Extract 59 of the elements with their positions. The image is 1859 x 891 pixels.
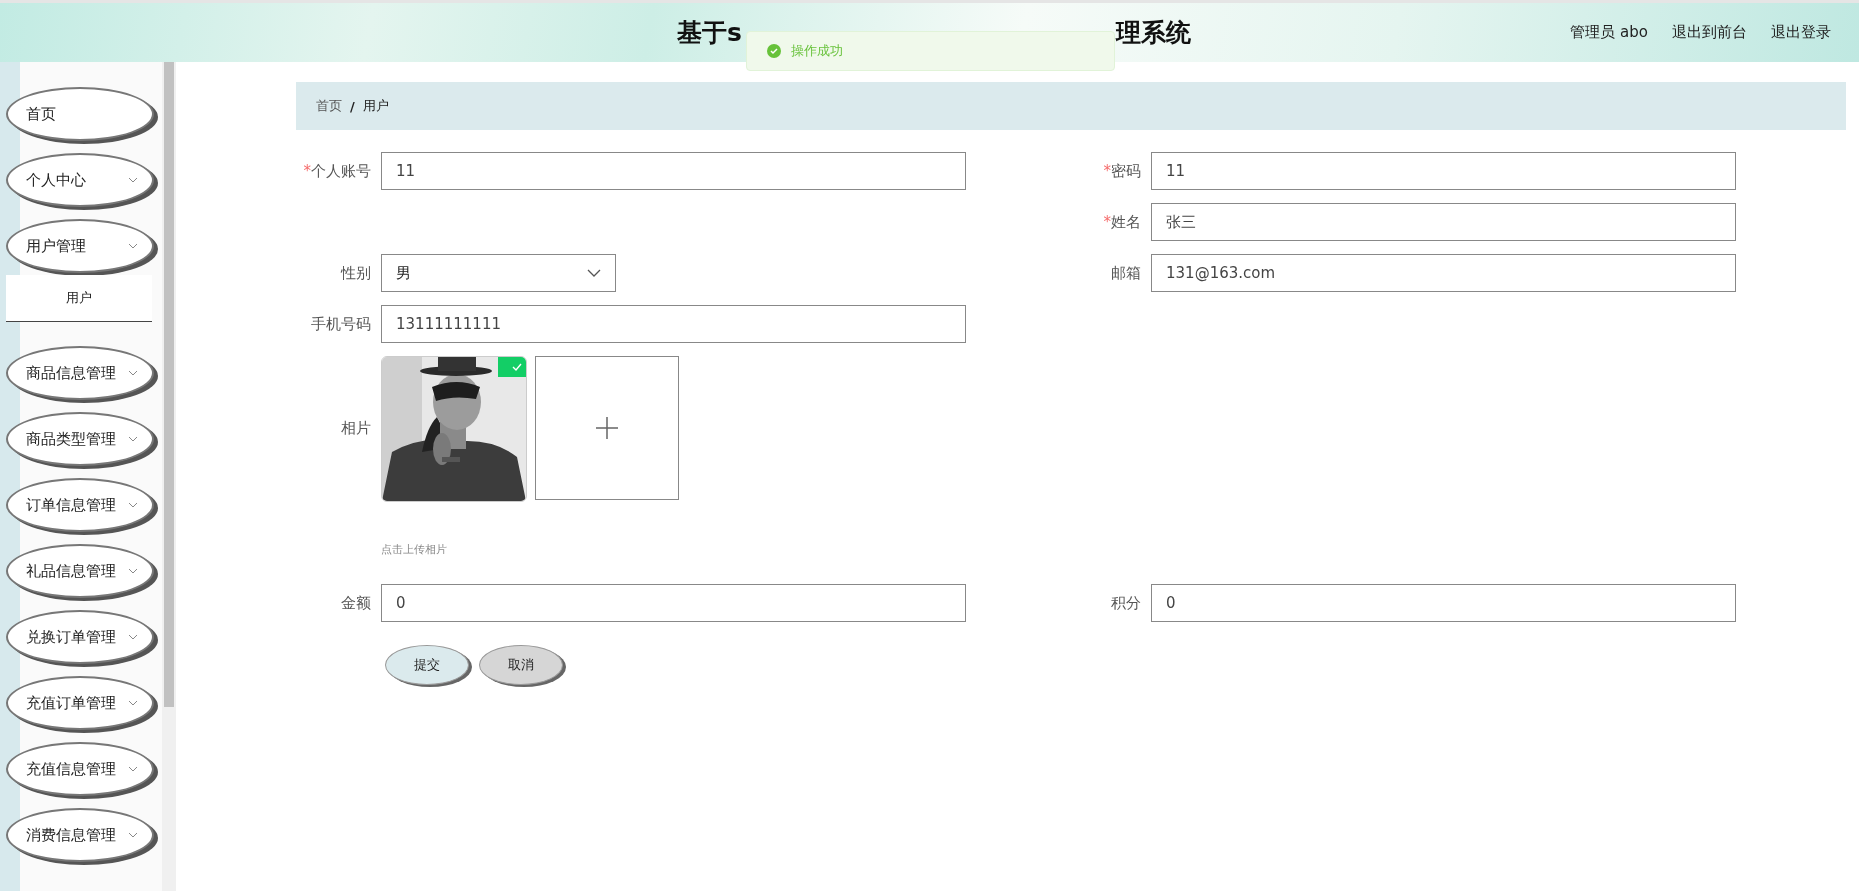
input-field[interactable]: 0 [1151,584,1736,622]
field-label: 性别 [339,263,372,284]
chevron-down-icon [128,436,138,442]
required-mark: * [1103,162,1111,180]
menu-item[interactable]: 消费信息管理 [6,808,154,862]
header-link[interactable]: 退出到前台 [1672,23,1747,42]
select-field[interactable]: 男 [381,254,616,292]
breadcrumb-item: 用户 [362,97,389,115]
breadcrumb-separator: / [350,98,355,114]
input-field[interactable]: 11 [1151,152,1736,190]
chevron-down-icon [128,700,138,706]
menu-item[interactable]: 商品信息管理 [6,346,154,400]
breadcrumb-item[interactable]: 首页 [316,97,342,115]
cancel-button[interactable]: 取消 [479,645,563,685]
chevron-down-icon [128,832,138,838]
menu-item[interactable]: 个人中心 [6,153,154,207]
field-label: 手机号码 [310,314,372,335]
success-icon [767,44,781,58]
chevron-down-icon [128,568,138,574]
field-label: 积分 [1110,593,1142,614]
input-field[interactable]: 张三 [1151,203,1736,241]
upload-hint: 点击上传相片 [381,542,448,557]
chevron-down-icon [128,243,138,249]
field-label: 金额 [340,593,372,614]
app-title: 基于s [677,17,742,49]
menu-item[interactable]: 商品类型管理 [6,412,154,466]
menu-item[interactable]: 订单信息管理 [6,478,154,532]
chevron-down-icon [128,370,138,376]
required-mark: * [303,162,311,180]
chevron-down-icon [587,269,601,277]
upload-button[interactable] [535,356,679,500]
user-label: 管理员 abo [1570,23,1648,42]
input-field[interactable]: 13111111111 [381,305,966,343]
chevron-down-icon [128,177,138,183]
scrollbar[interactable] [162,62,176,891]
plus-icon [595,416,619,440]
menu-item[interactable]: 充值订单管理 [6,676,154,730]
field-label: *密码 [1102,161,1142,182]
menu-item[interactable]: 用户管理 [6,219,154,273]
header-link[interactable]: 退出登录 [1771,23,1831,42]
menu-item[interactable]: 兑换订单管理 [6,610,154,664]
field-label: 邮箱 [1110,263,1142,284]
menu-item[interactable]: 充值信息管理 [6,742,154,796]
menu-item[interactable]: 首页 [6,87,154,141]
submit-button[interactable]: 提交 [385,645,469,685]
field-label: 相片 [340,418,372,439]
input-field[interactable]: 131@163.com [1151,254,1736,292]
toast-message: 操作成功 [791,42,843,60]
field-label: *个人账号 [302,161,372,182]
menu-item[interactable]: 礼品信息管理 [6,544,154,598]
app-title: 理系统 [1115,17,1191,49]
submenu-item[interactable]: 用户 [6,275,152,321]
chevron-down-icon [128,634,138,640]
field-label: *姓名 [1102,212,1142,233]
required-mark: * [1103,213,1111,231]
input-field[interactable]: 11 [381,152,966,190]
input-field[interactable]: 0 [381,584,966,622]
chevron-down-icon [128,502,138,508]
chevron-down-icon [128,766,138,772]
